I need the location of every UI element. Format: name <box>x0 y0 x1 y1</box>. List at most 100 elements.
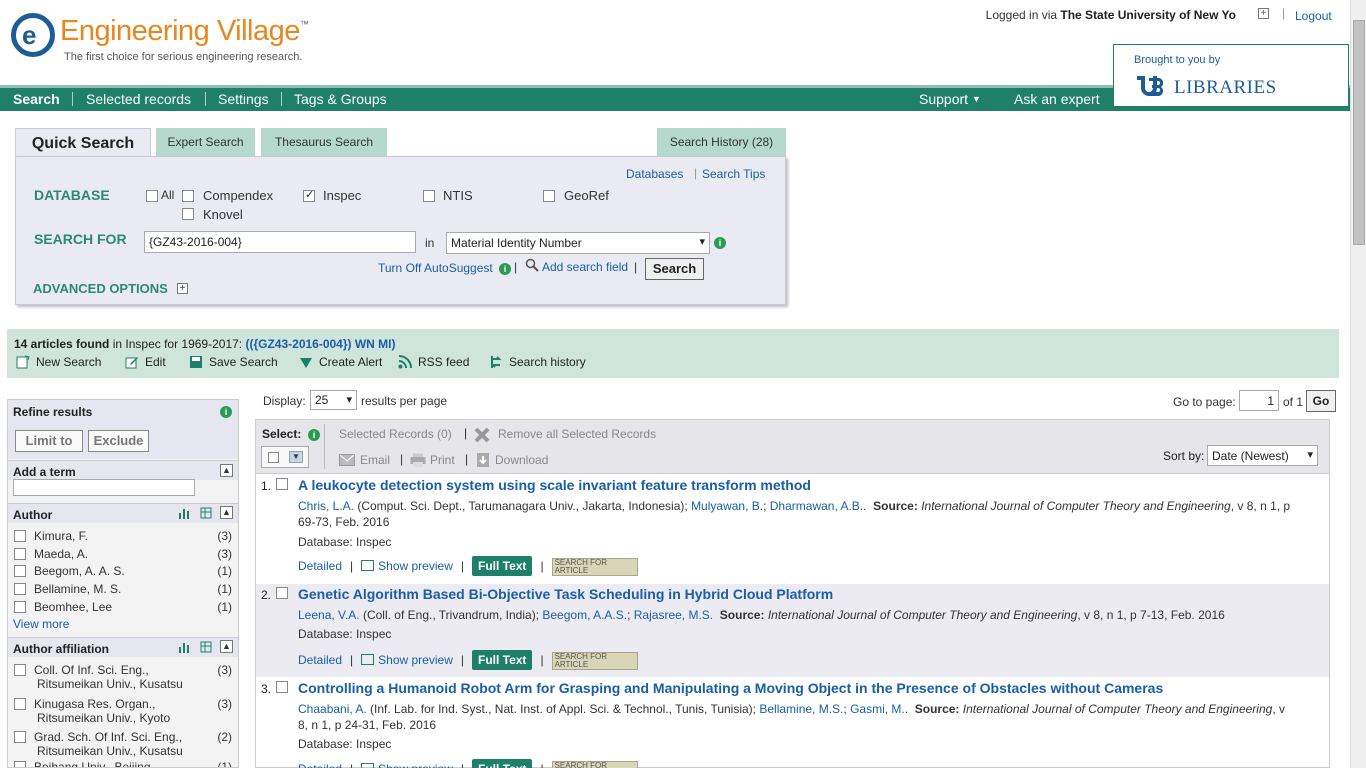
facet-checkbox[interactable] <box>14 761 26 767</box>
create-alert-action[interactable]: Create Alert <box>299 355 382 369</box>
facet-checkbox[interactable] <box>14 731 26 743</box>
facet-checkbox[interactable] <box>14 530 26 542</box>
tab-expert-search[interactable]: Expert Search <box>156 128 255 157</box>
db-all-checkbox[interactable] <box>146 190 158 202</box>
result-checkbox[interactable] <box>276 681 288 693</box>
chart-icon[interactable] <box>178 641 190 653</box>
view-more-link[interactable]: View more <box>13 617 69 631</box>
search-tips-link[interactable]: Search Tips <box>702 167 765 181</box>
add-search-field-link[interactable]: Add search field <box>542 260 628 274</box>
ev-logo-text[interactable]: Engineering Village™ <box>60 15 309 48</box>
nav-selected-records[interactable]: Selected records <box>86 91 191 107</box>
affiliation-facet[interactable]: Grad. Sch. Of Inf. Sci. Eng., Ritsumeikan… <box>14 730 232 758</box>
author-link[interactable]: Rajasree, M.S. <box>634 608 713 622</box>
remove-all-selected[interactable]: Remove all Selected Records <box>498 427 656 441</box>
rss-feed-action[interactable]: RSS feed <box>398 355 469 369</box>
logout-link[interactable]: Logout <box>1295 9 1332 23</box>
autosuggest-toggle[interactable]: Turn Off AutoSuggest <box>378 261 493 275</box>
download-action[interactable]: Download <box>495 453 548 467</box>
expand-icon[interactable]: + <box>1258 8 1269 19</box>
search-for-article-button[interactable]: SEARCH FOR ARTICLE <box>551 760 638 768</box>
facet-checkbox[interactable] <box>14 583 26 595</box>
show-preview-link[interactable]: Show preview <box>361 762 453 768</box>
info-icon[interactable]: i <box>714 237 726 249</box>
tab-quick-search[interactable]: Quick Search <box>15 128 151 158</box>
search-for-article-button[interactable]: SEARCH FOR ARTICLE <box>551 651 638 670</box>
collapse-icon[interactable]: ▲ <box>220 506 233 519</box>
detailed-link[interactable]: Detailed <box>298 762 342 768</box>
selected-records-count[interactable]: Selected Records (0) <box>339 427 452 441</box>
autosuggest-info-icon[interactable]: i <box>499 263 511 275</box>
tab-search-history[interactable]: Search History (28) <box>657 128 786 157</box>
nav-tags-groups[interactable]: Tags & Groups <box>294 91 387 107</box>
facet-checkbox[interactable] <box>14 664 26 676</box>
detailed-link[interactable]: Detailed <box>298 559 342 573</box>
author-link[interactable]: Gasmi, M. <box>850 702 905 716</box>
nav-support[interactable]: Support ▼ <box>919 91 981 107</box>
export-icon[interactable] <box>200 641 212 653</box>
db-georef-checkbox[interactable] <box>543 190 555 202</box>
author-link[interactable]: Bellamine, M.S. <box>759 702 843 716</box>
brought-to-you-by[interactable]: Brought to you by Libraries <box>1113 44 1349 107</box>
author-link[interactable]: Dharmawan, A.B. <box>770 499 863 513</box>
add-term-input[interactable] <box>13 479 195 496</box>
full-text-button[interactable]: Full Text <box>471 556 533 576</box>
new-search-action[interactable]: New Search <box>16 355 101 369</box>
affiliation-facet[interactable]: Beihang Univ., Beijing (1) <box>14 760 232 767</box>
limit-to-button[interactable]: Limit to <box>15 430 83 452</box>
search-for-article-button[interactable]: SEARCH FOR ARTICLE <box>551 557 638 576</box>
expand-icon[interactable]: + <box>177 283 188 294</box>
show-preview-link[interactable]: Show preview <box>361 653 453 667</box>
tab-thesaurus-search[interactable]: Thesaurus Search <box>261 128 387 157</box>
search-button[interactable]: Search <box>645 258 704 280</box>
author-link[interactable]: Chris, L.A. <box>298 499 354 513</box>
query-link[interactable]: (({GZ43-2016-004}) WN MI) <box>245 337 395 351</box>
db-knovel-checkbox[interactable] <box>182 208 194 220</box>
result-title[interactable]: A leukocyte detection system using scale… <box>298 477 811 493</box>
sort-select[interactable]: Date (Newest) <box>1207 445 1318 466</box>
result-checkbox[interactable] <box>276 478 288 490</box>
scrollbar-thumb[interactable] <box>1353 20 1365 245</box>
databases-link[interactable]: Databases <box>626 167 683 181</box>
facet-checkbox[interactable] <box>14 565 26 577</box>
detailed-link[interactable]: Detailed <box>298 653 342 667</box>
author-link[interactable]: Chaabani, A. <box>298 702 367 716</box>
go-button[interactable]: Go <box>1306 390 1336 412</box>
result-title[interactable]: Controlling a Humanoid Robot Arm for Gra… <box>298 680 1163 696</box>
facet-checkbox[interactable] <box>14 601 26 613</box>
full-text-button[interactable]: Full Text <box>471 759 533 768</box>
author-link[interactable]: Beegom, A.A.S. <box>542 608 627 622</box>
exclude-button[interactable]: Exclude <box>88 430 149 452</box>
chart-icon[interactable] <box>178 507 190 519</box>
author-facet[interactable]: Kimura, F. (3) <box>14 529 232 543</box>
chevron-down-icon[interactable]: ▼ <box>289 451 303 463</box>
search-input[interactable]: {GZ43-2016-004} <box>144 231 416 253</box>
db-inspec-checkbox[interactable] <box>303 188 315 202</box>
edit-action[interactable]: Edit <box>125 355 166 369</box>
print-action[interactable]: Print <box>430 453 455 467</box>
search-history-action[interactable]: Search history <box>489 355 586 369</box>
facet-checkbox[interactable] <box>14 548 26 560</box>
export-icon[interactable] <box>200 507 212 519</box>
affiliation-facet[interactable]: Coll. Of Inf. Sci. Eng., Ritsumeikan Univ… <box>14 663 232 691</box>
nav-settings[interactable]: Settings <box>218 91 269 107</box>
goto-page-input[interactable]: 1 <box>1239 390 1279 411</box>
db-compendex-checkbox[interactable] <box>182 190 194 202</box>
select-all-dropdown[interactable]: ▼ <box>261 446 309 468</box>
nav-ask-expert[interactable]: Ask an expert <box>1014 91 1100 107</box>
author-facet[interactable]: Maeda, A. (3) <box>14 547 232 561</box>
author-facet[interactable]: Bellamine, M. S. (1) <box>14 582 232 596</box>
email-action[interactable]: Email <box>360 453 390 467</box>
author-link[interactable]: Leena, V.A. <box>298 608 360 622</box>
full-text-button[interactable]: Full Text <box>471 650 533 670</box>
db-ntis-checkbox[interactable] <box>423 190 435 202</box>
result-checkbox[interactable] <box>276 587 288 599</box>
search-field-select[interactable]: Material Identity Number <box>446 232 710 254</box>
facet-checkbox[interactable] <box>14 698 26 710</box>
author-facet[interactable]: Beegom, A. A. S. (1) <box>14 564 232 578</box>
author-facet[interactable]: Beomhee, Lee (1) <box>14 600 232 614</box>
show-preview-link[interactable]: Show preview <box>361 559 453 573</box>
nav-search[interactable]: Search <box>13 91 60 107</box>
result-title[interactable]: Genetic Algorithm Based Bi-Objective Tas… <box>298 586 833 602</box>
ev-logo-mark[interactable]: e <box>11 13 55 57</box>
